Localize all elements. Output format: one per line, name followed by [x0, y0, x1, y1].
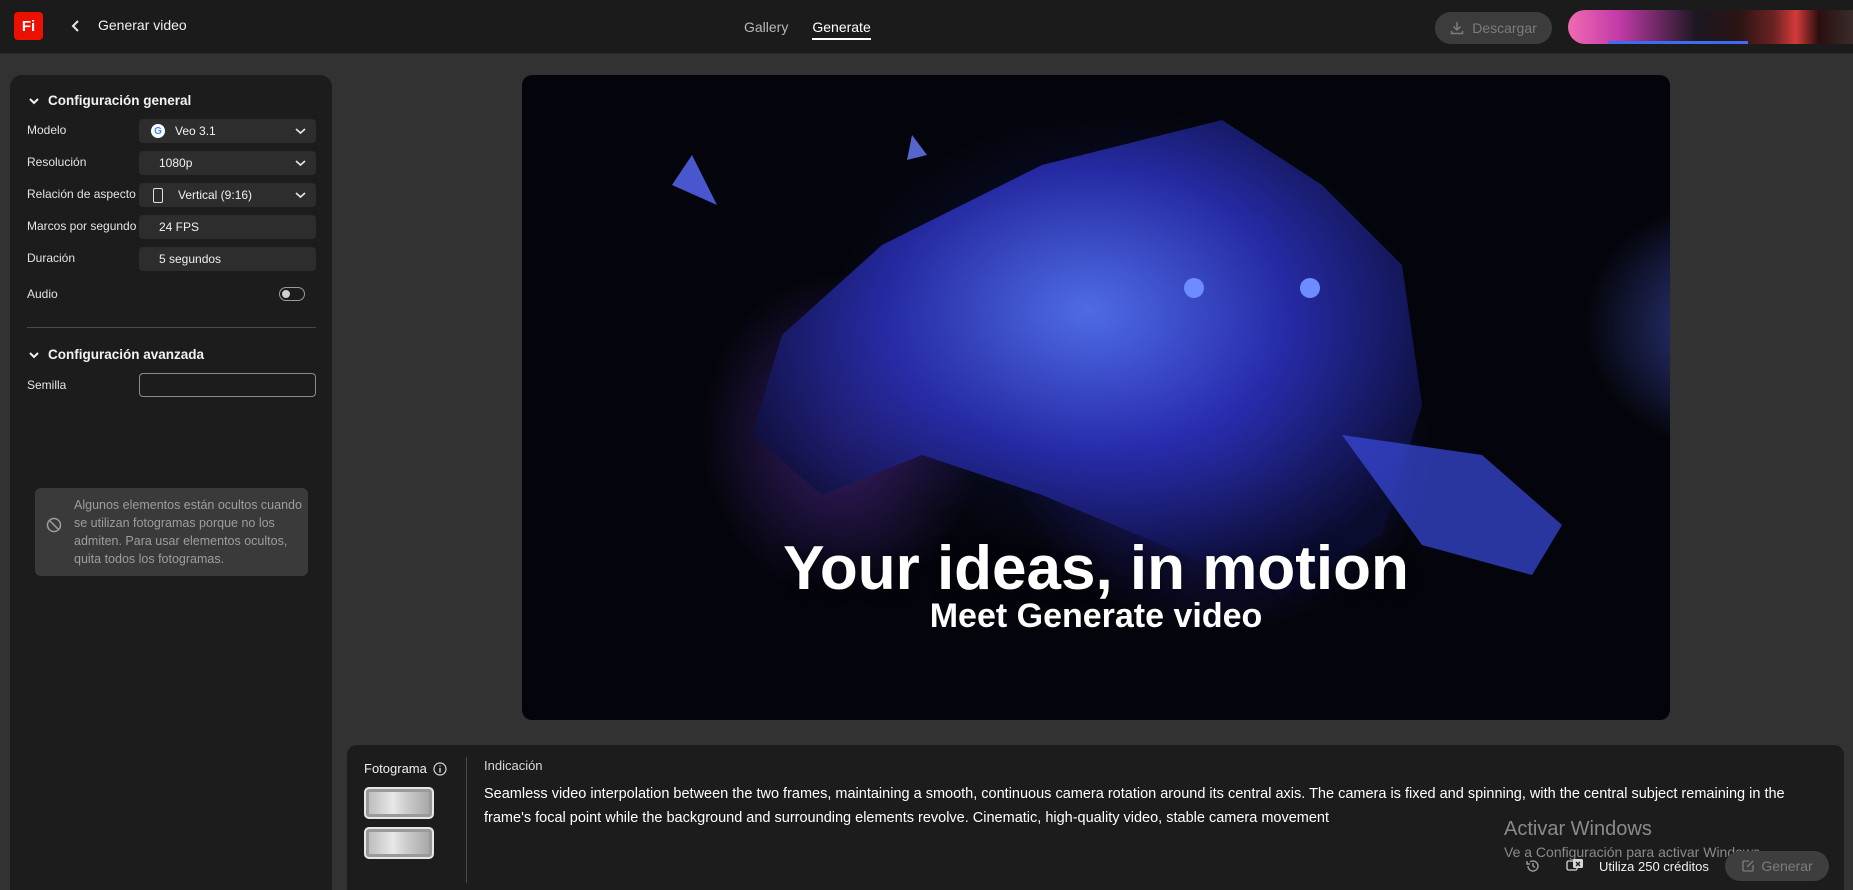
general-settings-header[interactable]: Configuración general: [28, 93, 191, 108]
page-title: Generar video: [98, 17, 187, 33]
tab-gallery[interactable]: Gallery: [744, 0, 788, 54]
info-icon[interactable]: [433, 761, 447, 776]
hero-subtitle: Meet Generate video: [929, 597, 1263, 635]
chevron-left-icon: [71, 20, 79, 32]
frame-thumbnail-start[interactable]: [364, 787, 434, 819]
frame-label-text: Fotograma: [364, 761, 427, 776]
fps-field[interactable]: 24 FPS: [139, 215, 316, 239]
resolution-value: 1080p: [159, 156, 193, 170]
hidden-elements-notice: Algunos elementos están ocultos cuando s…: [35, 488, 308, 576]
resolution-label: Resolución: [27, 155, 87, 169]
prompt-divider: [466, 757, 467, 883]
promo-accent-line: [1608, 41, 1748, 44]
app-logo[interactable]: Fi: [14, 12, 43, 40]
chevron-down-icon: [29, 97, 39, 104]
activation-watermark-subtitle: Ve a Configuración para activar Windows.: [1504, 844, 1764, 860]
seed-input[interactable]: [139, 373, 316, 397]
model-value: Veo 3.1: [175, 124, 216, 138]
fps-label: Marcos por segundo: [27, 219, 137, 233]
tab-generate[interactable]: Generate: [812, 0, 872, 54]
promo-banner[interactable]: [1568, 10, 1853, 44]
resolution-select[interactable]: 1080p: [139, 151, 316, 175]
frame-thumbnail-end[interactable]: [364, 827, 434, 859]
aspect-ratio-label: Relación de aspecto: [27, 187, 136, 201]
download-button[interactable]: Descargar: [1435, 12, 1552, 44]
general-settings-title: Configuración general: [48, 93, 192, 108]
fps-value: 24 FPS: [159, 220, 200, 234]
model-select[interactable]: G Veo 3.1: [139, 119, 316, 143]
duration-label: Duración: [27, 251, 76, 265]
advanced-settings-header[interactable]: Configuración avanzada: [28, 347, 204, 362]
chevron-down-icon: [295, 192, 306, 199]
credits-icon: [1566, 859, 1583, 871]
notice-text: Algunos elementos están ocultos cuando s…: [74, 498, 302, 566]
phone-portrait-icon: [153, 188, 163, 203]
hero-title: Your ideas, in motion: [783, 534, 1409, 603]
chevron-down-icon: [295, 128, 306, 135]
aspect-ratio-value: Vertical (9:16): [178, 188, 253, 202]
audio-label: Audio: [27, 287, 58, 301]
prompt-label: Indicación: [484, 758, 543, 773]
settings-divider: [27, 327, 316, 328]
duration-field[interactable]: 5 segundos: [139, 247, 316, 271]
aspect-ratio-select[interactable]: Vertical (9:16): [139, 183, 316, 207]
nav-tabs: Gallery Generate: [744, 0, 872, 54]
history-icon[interactable]: [1525, 858, 1541, 874]
download-icon: [1450, 22, 1464, 35]
download-label: Descargar: [1472, 20, 1537, 36]
frame-label: Fotograma: [364, 761, 447, 776]
preview-area: Your ideas, in motion Meet Generate vide…: [522, 75, 1670, 720]
credits-text: Utiliza 250 créditos: [1599, 859, 1709, 874]
seed-label: Semilla: [27, 378, 67, 392]
generate-icon: [1742, 860, 1754, 872]
generate-label: Generar: [1761, 858, 1813, 874]
advanced-settings-title: Configuración avanzada: [48, 347, 205, 362]
audio-toggle[interactable]: [279, 287, 305, 301]
top-bar: Fi Generar video Gallery Generate Descar…: [0, 0, 1853, 54]
settings-panel: Configuración general Modelo G Veo 3.1 R…: [10, 75, 332, 890]
back-button[interactable]: [66, 16, 86, 36]
chevron-down-icon: [29, 351, 39, 358]
toggle-knob: [282, 289, 290, 298]
chevron-down-icon: [295, 160, 306, 167]
ban-icon: [46, 517, 62, 533]
model-label: Modelo: [27, 123, 67, 137]
duration-value: 5 segundos: [159, 252, 222, 266]
generate-button[interactable]: Generar: [1725, 851, 1829, 881]
activation-watermark-title: Activar Windows: [1504, 818, 1652, 840]
google-icon: G: [151, 124, 165, 138]
